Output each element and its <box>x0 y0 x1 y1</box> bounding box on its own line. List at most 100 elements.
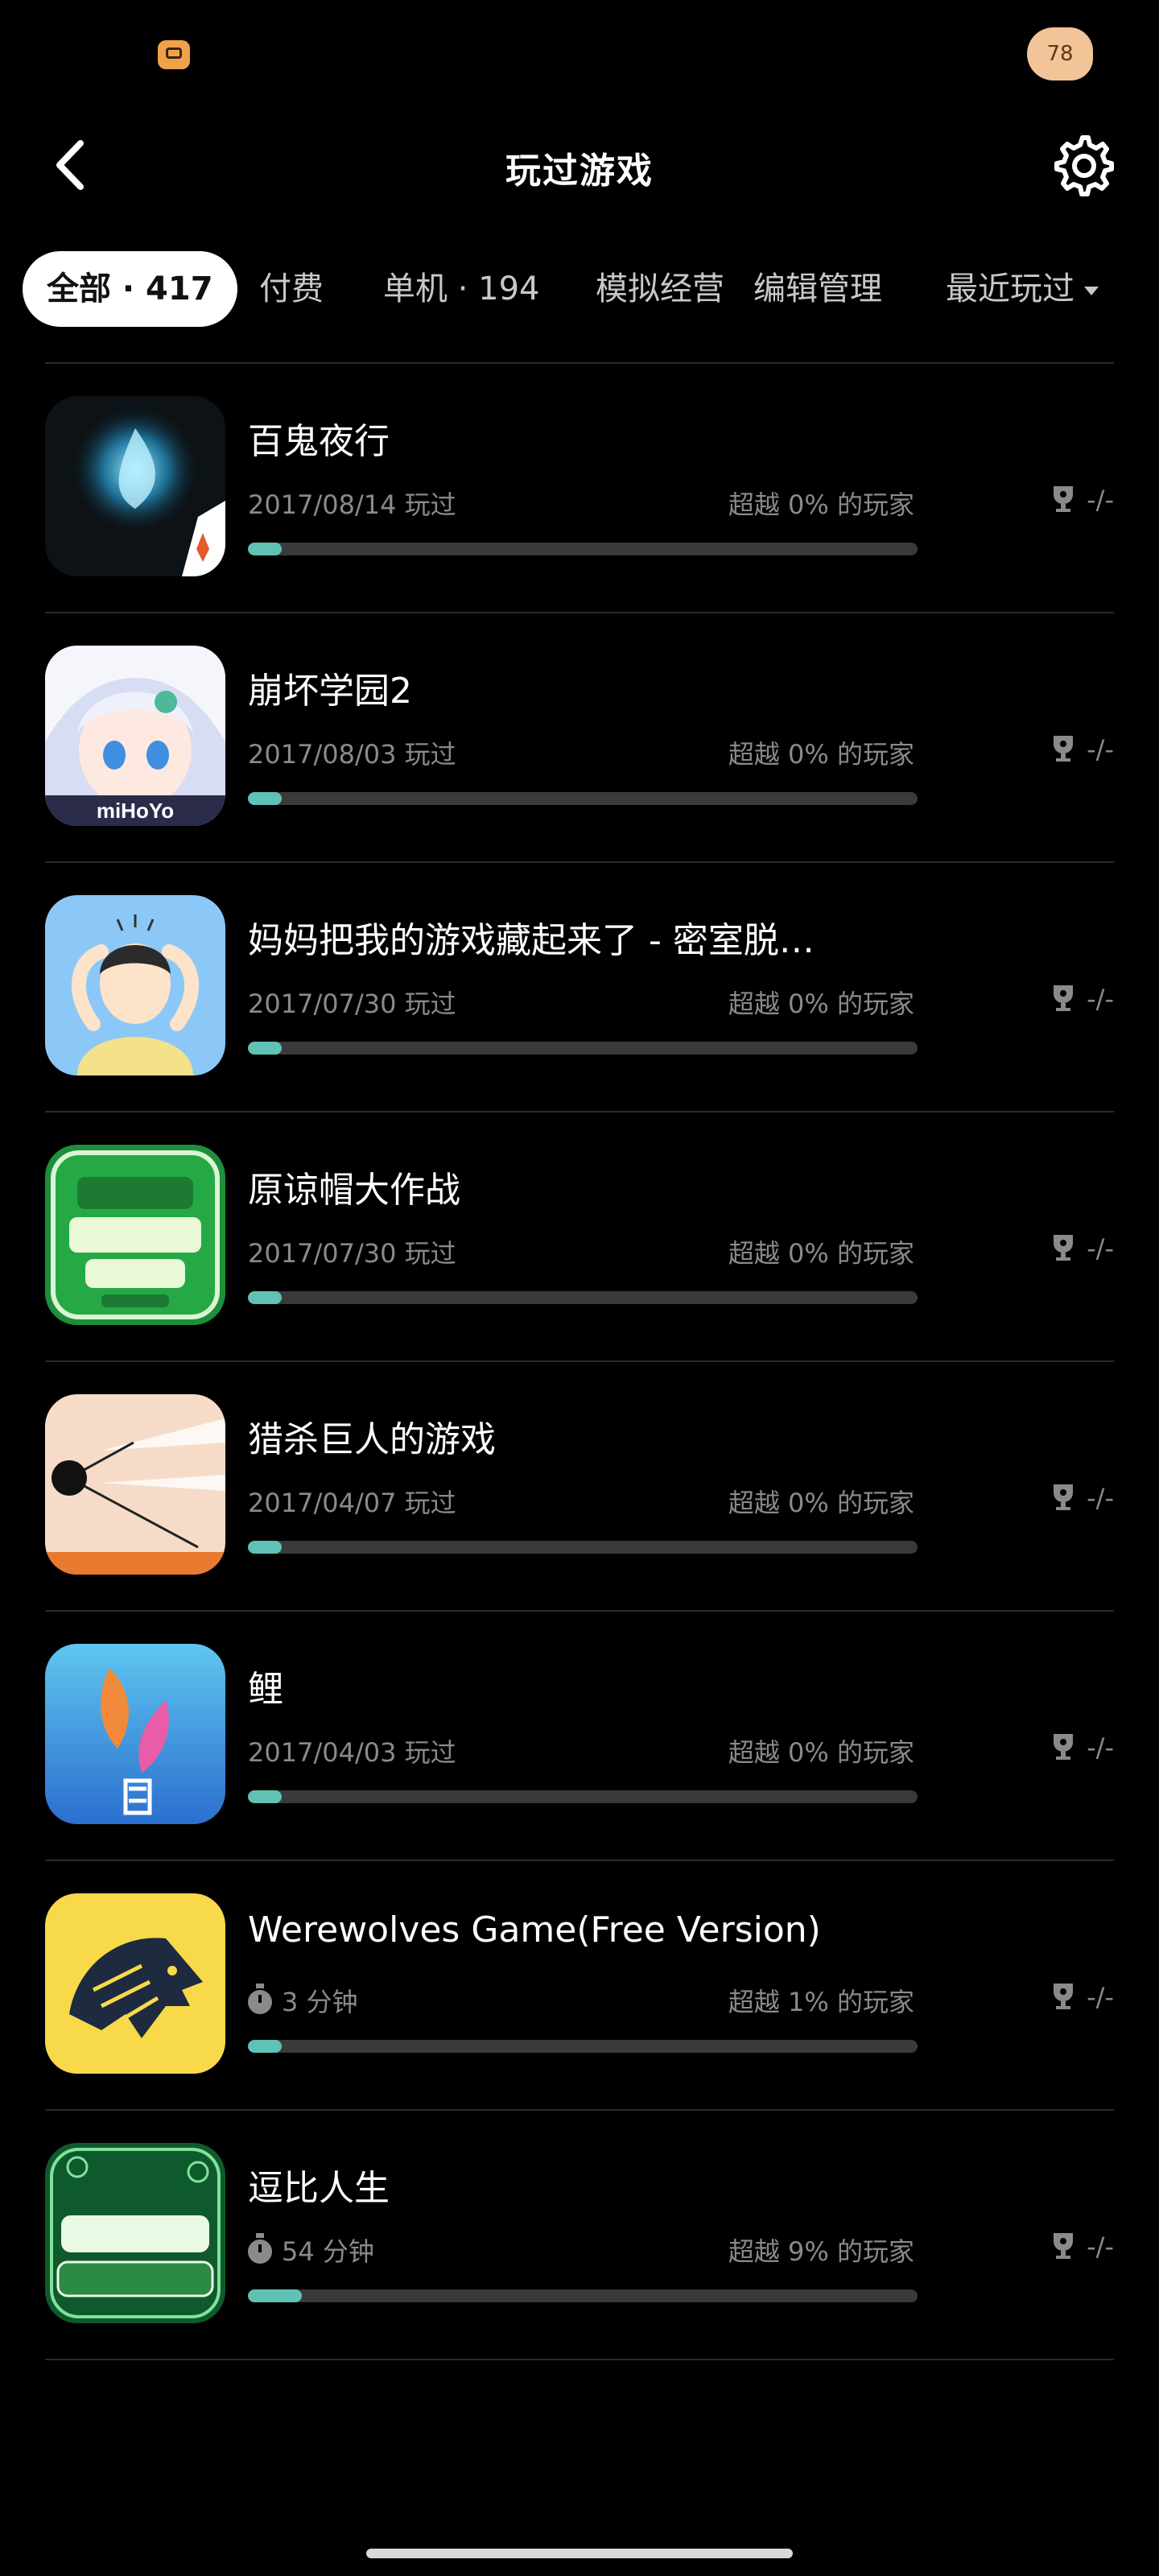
game-icon-carp <box>45 1644 225 1824</box>
trophy-text: -/- <box>1087 2231 1114 2262</box>
game-rank: 超越 0% 的玩家 <box>728 989 914 1019</box>
sort-label: 最近玩过 <box>946 270 1074 308</box>
game-icon-mom-hid-my-game <box>45 895 225 1075</box>
progress-bar <box>248 792 918 805</box>
progress-fill <box>248 543 282 555</box>
game-row[interactable]: 原谅帽大作战 2017/07/30 玩过 超越 0% 的玩家 -/- <box>45 1113 1114 1362</box>
trophy-count: -/- <box>1051 1982 1114 2013</box>
svg-text:miHoYo: miHoYo <box>97 799 174 823</box>
game-playtime: 54 分钟 <box>248 2231 374 2268</box>
game-rank: 超越 0% 的玩家 <box>728 1488 914 1518</box>
game-row[interactable]: 鲤 2017/04/03 玩过 超越 0% 的玩家 -/- <box>45 1612 1114 1861</box>
trophy-count: -/- <box>1051 2231 1114 2262</box>
tab-single-player[interactable]: 单机 · 194 <box>383 251 540 327</box>
game-icon-honkai-academy-2: miHoYo <box>45 646 225 826</box>
status-bar: 78 <box>0 0 1159 105</box>
stopwatch-icon <box>248 2233 272 2264</box>
game-rank: 超越 0% 的玩家 <box>728 489 914 520</box>
sort-dropdown[interactable]: 最近玩过 <box>946 251 1099 327</box>
settings-button[interactable] <box>1050 133 1115 197</box>
progress-fill <box>248 2289 302 2302</box>
trophy-text: -/- <box>1087 984 1114 1014</box>
game-meta-text: 3 分钟 <box>282 1987 358 2017</box>
home-indicator[interactable] <box>366 2549 793 2558</box>
game-rank: 超越 9% 的玩家 <box>728 2236 914 2267</box>
game-last-played: 2017/07/30 玩过 <box>248 1233 456 1270</box>
game-row[interactable]: 妈妈把我的游戏藏起来了 - 密室脱… 2017/07/30 玩过 超越 0% 的… <box>45 863 1114 1113</box>
tab-simulation[interactable]: 模拟经营 <box>596 251 724 327</box>
game-icon-doubi-living <box>45 2143 225 2323</box>
game-row[interactable]: 百鬼夜行 2017/08/14 玩过 超越 0% 的玩家 -/- <box>45 364 1114 613</box>
trophy-count: -/- <box>1051 734 1114 765</box>
progress-bar <box>248 1541 918 1554</box>
trophy-icon <box>1054 1734 1074 1760</box>
game-name: 妈妈把我的游戏藏起来了 - 密室脱… <box>248 920 815 961</box>
progress-fill <box>248 1541 282 1554</box>
game-list: 百鬼夜行 2017/08/14 玩过 超越 0% 的玩家 -/- miHoYo … <box>0 364 1159 2360</box>
game-meta-text: 54 分钟 <box>282 2236 374 2267</box>
game-name: 原谅帽大作战 <box>248 1170 460 1211</box>
progress-fill <box>248 1042 282 1055</box>
game-meta-text: 2017/08/14 玩过 <box>248 489 456 520</box>
progress-bar <box>248 543 918 555</box>
trophy-icon <box>1054 1235 1074 1261</box>
game-row[interactable]: 猎杀巨人的游戏 2017/04/07 玩过 超越 0% 的玩家 -/- <box>45 1362 1114 1612</box>
trophy-text: -/- <box>1087 485 1114 515</box>
game-meta-text: 2017/08/03 玩过 <box>248 739 456 770</box>
game-name: 逗比人生 <box>248 2168 390 2209</box>
game-last-played: 2017/07/30 玩过 <box>248 984 456 1021</box>
game-icon-giant-hunting <box>45 1394 225 1575</box>
notification-app-icon <box>158 40 190 69</box>
trophy-icon <box>1054 985 1074 1011</box>
trophy-count: -/- <box>1051 1483 1114 1513</box>
progress-fill <box>248 792 282 805</box>
progress-bar <box>248 1790 918 1803</box>
game-last-played: 2017/04/03 玩过 <box>248 1732 456 1769</box>
trophy-icon <box>1054 486 1074 512</box>
progress-fill <box>248 1790 282 1803</box>
trophy-text: -/- <box>1087 1982 1114 2013</box>
tab-all[interactable]: 全部 · 417 <box>23 251 237 327</box>
game-rank: 超越 1% 的玩家 <box>728 1987 914 2017</box>
game-rank: 超越 0% 的玩家 <box>728 1737 914 1768</box>
game-meta-text: 2017/04/03 玩过 <box>248 1737 456 1768</box>
gear-icon <box>1054 135 1114 196</box>
game-rank: 超越 0% 的玩家 <box>728 739 914 770</box>
game-rank: 超越 0% 的玩家 <box>728 1238 914 1269</box>
game-meta-text: 2017/07/30 玩过 <box>248 1238 456 1269</box>
progress-bar <box>248 2289 918 2302</box>
game-row[interactable]: Werewolves Game(Free Version) 3 分钟 超越 1%… <box>45 1861 1114 2111</box>
progress-fill <box>248 1291 282 1304</box>
nav-bar: 玩过游戏 <box>0 113 1159 217</box>
trophy-text: -/- <box>1087 1732 1114 1763</box>
trophy-count: -/- <box>1051 984 1114 1014</box>
trophy-icon <box>1054 736 1074 762</box>
game-name: 猎杀巨人的游戏 <box>248 1419 496 1460</box>
trophy-text: -/- <box>1087 1483 1114 1513</box>
game-last-played: 2017/04/07 玩过 <box>248 1483 456 1520</box>
trophy-icon <box>1054 1984 1074 2009</box>
filter-tabs: 全部 · 417 付费 单机 · 194 模拟经营 编辑管理 最近玩过 <box>0 251 1159 328</box>
tab-editor-picks[interactable]: 编辑管理 <box>753 251 882 327</box>
game-name: 鲤 <box>248 1669 283 1710</box>
game-icon-bai-gui-ye-xing <box>45 396 225 576</box>
progress-fill <box>248 2040 282 2053</box>
game-last-played: 2017/08/14 玩过 <box>248 485 456 522</box>
game-row[interactable]: 逗比人生 54 分钟 超越 9% 的玩家 -/- <box>45 2111 1114 2360</box>
game-last-played: 2017/08/03 玩过 <box>248 734 456 771</box>
progress-bar <box>248 1291 918 1304</box>
progress-bar <box>248 1042 918 1055</box>
trophy-count: -/- <box>1051 1233 1114 1264</box>
trophy-icon <box>1054 2233 1074 2259</box>
game-row[interactable]: miHoYo 崩坏学园2 2017/08/03 玩过 超越 0% 的玩家 -/- <box>45 613 1114 863</box>
trophy-text: -/- <box>1087 734 1114 765</box>
game-meta-text: 2017/04/07 玩过 <box>248 1488 456 1518</box>
game-name: 百鬼夜行 <box>248 421 390 462</box>
game-name: 崩坏学园2 <box>248 671 412 712</box>
trophy-text: -/- <box>1087 1233 1114 1264</box>
game-meta-text: 2017/07/30 玩过 <box>248 989 456 1019</box>
page-title: 玩过游戏 <box>505 151 654 192</box>
tab-paid[interactable]: 付费 <box>259 251 324 327</box>
game-name: Werewolves Game(Free Version) <box>248 1909 821 1951</box>
game-icon-forgiveness-hat <box>45 1145 225 1325</box>
